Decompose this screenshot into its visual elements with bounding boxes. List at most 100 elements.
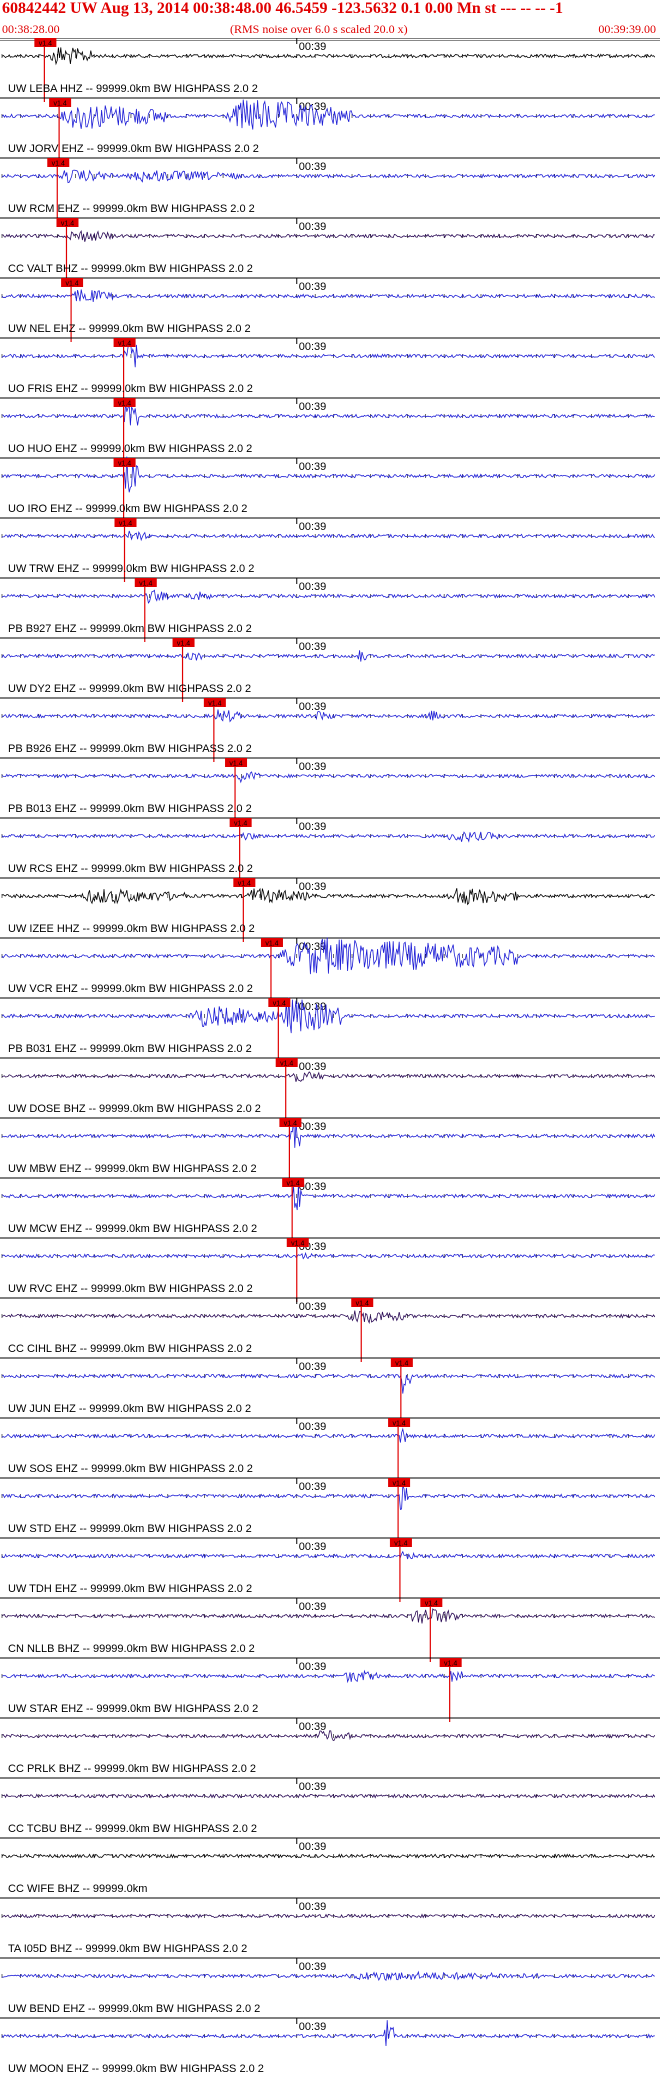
pick-label: v1.4 [280,1061,293,1068]
station-label: UW STD EHZ -- 99999.0km BW HIGHPASS 2.0 … [8,1523,252,1535]
trace-row: 00:39 CC PRLK BHZ -- 99999.0km BW HIGHPAS… [0,1717,660,1775]
pick-label: v1.4 [238,881,251,888]
waveform-trace [1,339,656,368]
pick-label: v1.4 [229,761,242,768]
trace-row: 00:39 v1.4 UW TRW EHZ -- 99999.0km BW HIGH… [0,517,660,582]
station-label: UW TDH EHZ -- 99999.0km BW HIGHPASS 2.0 … [8,1583,252,1595]
trace-row: 00:39 v1.4 UW STD EHZ -- 99999.0km BW HIGH… [0,1477,660,1542]
trace-row: 00:39 TA I05D BHZ -- 99999.0km BW HIGHPAS… [0,1897,660,1955]
minute-mark-label: 00:39 [299,1841,327,1853]
minute-mark-label: 00:39 [299,1121,327,1133]
waveform-trace [1,1118,656,1148]
minute-mark-label: 00:39 [299,41,327,53]
trace-row: 00:39 v1.4 UW IZEE HHZ -- 99999.0km BW HIG… [0,877,660,942]
station-label: UW MBW EHZ -- 99999.0km BW HIGHPASS 2.0 … [8,1163,257,1175]
station-label: UW NEL EHZ -- 99999.0km BW HIGHPASS 2.0 … [8,323,251,335]
trace-row: 00:39v1.4UW JORV EHZ -- 99999.0km BW HIG… [0,97,660,162]
minute-mark-label: 00:39 [299,521,327,533]
trace-row: 00:39 v1.4 UW RCM EHZ -- 99999.0km BW HIGH… [0,157,660,222]
trace-row: 00:39v1.4 UW MBW EHZ -- 99999.0km BW HIGH… [0,1117,660,1182]
pick-label: v1.4 [444,1661,457,1668]
waveform-trace [1,650,655,662]
minute-mark-label: 00:39 [299,161,327,173]
waveform-trace [1,402,655,426]
station-label: PB B031 EHZ -- 99999.0km BW HIGHPASS 2.0… [8,1043,252,1055]
waveform-trace [1,1970,655,1982]
minute-mark-label: 00:39 [299,821,327,833]
minute-mark-label: 00:39 [299,401,327,413]
station-label: CC TCBU BHZ -- 99999.0km BW HIGHPASS 2.0… [8,1823,257,1835]
pick-label: v1.4 [53,101,66,108]
waveform-trace [1,1550,656,1560]
waveform-trace [1,289,656,303]
minute-mark-label: 00:39 [299,1481,327,1493]
station-label: PB B927 EHZ -- 99999.0km BW HIGHPASS 2.0… [8,623,252,635]
minute-mark-label: 00:39 [299,461,327,473]
waveform-trace [1,887,655,906]
trace-row: 00:39v1.4UW MCW EHZ -- 99999.0km BW HIGH… [0,1177,660,1242]
waveform-trace [1,1608,656,1624]
pick-label: v1.4 [61,221,74,228]
station-label: CC PRLK BHZ -- 99999.0km BW HIGHPASS 2.0… [8,1763,256,1775]
minute-mark-label: 00:39 [299,641,327,653]
station-label: UW BEND EHZ -- 99999.0km BW HIGHPASS 2.0… [8,2003,260,2015]
trace-row: 00:39 v1.4 UW JUN EHZ -- 99999.0km BW HIGH… [0,1357,660,1422]
pick-label: v1.4 [118,461,131,468]
trace-row: 00:39 v1.4 UW NEL EHZ -- 99999.0km BW HIGH… [0,277,660,342]
pick-label: v1.4 [395,1361,408,1368]
station-label: CC VALT BHZ -- 99999.0km BW HIGHPASS 2.0… [8,263,253,275]
pick-label: v1.4 [287,1181,300,1188]
waveform-trace [1,1669,655,1684]
event-title: 60842442 UW Aug 13, 2014 00:38:48.00 46.… [2,0,563,17]
trace-row: 00:39 v1.4 UW SOS EHZ -- 99999.0km BW HIGH… [0,1417,660,1482]
minute-mark-label: 00:39 [299,221,327,233]
waveform-trace [1,1184,656,1211]
minute-mark-label: 00:39 [299,701,327,713]
minute-mark-label: 00:39 [299,1601,327,1613]
minute-mark-label: 00:39 [299,881,327,893]
station-label: UW JORV EHZ -- 99999.0km BW HIGHPASS 2.0… [8,143,259,155]
minute-mark-label: 00:39 [299,1901,327,1913]
minute-mark-label: 00:39 [299,2021,327,2033]
station-label: PB B926 EHZ -- 99999.0km BW HIGHPASS 2.0… [8,743,252,755]
pick-label: v1.4 [265,941,278,948]
waveform-trace [1,530,655,542]
trace-row: 00:39 UW BEND EHZ -- 99999.0km BW HIGHPAS… [0,1957,660,2015]
trace-row: 00:39 v1.4 UO FRIS EHZ -- 99999.0km BW HIG… [0,337,660,402]
station-label: UO FRIS EHZ -- 99999.0km BW HIGHPASS 2.0… [8,383,253,395]
waveform-trace [1,937,655,975]
pick-label: v1.4 [392,1481,405,1488]
minute-mark-label: 00:39 [299,761,327,773]
station-label: UW MOON EHZ -- 99999.0km BW HIGHPASS 2.0… [8,2063,264,2075]
trace-row: 00:39 v1.4 UO IRO EHZ -- 99999.0km BW HIGH… [0,456,660,522]
pick-label: v1.4 [273,1001,286,1008]
station-label: UW STAR EHZ -- 99999.0km BW HIGHPASS 2.0… [8,1703,258,1715]
waveform-trace [1,1730,656,1741]
waveform-trace [1,1310,656,1325]
minute-mark-label: 00:39 [299,581,327,593]
pick-label: v1.4 [39,41,52,48]
plot-header: 60842442 UW Aug 13, 2014 00:38:48.00 46.… [0,0,660,41]
waveform-trace [1,1071,656,1082]
trace-row: 00:39 v1.4 UW RCS EHZ -- 99999.0km BW HIGH… [0,817,660,882]
trace-row: 00:39 v1.4 PB B926 EHZ -- 99999.0km BW HIG… [0,697,660,762]
trace-row: 00:39 v1.4 CC VALT BHZ -- 99999.0km BW HIG… [0,217,660,282]
waveform-trace [1,1485,656,1510]
minute-mark-label: 00:39 [299,341,327,353]
station-label: CC WIFE BHZ -- 99999.0km [8,1883,147,1895]
waveform-trace [1,229,655,242]
station-label: UO IRO EHZ -- 99999.0km BW HIGHPASS 2.0 … [8,503,247,515]
pick-label: v1.4 [118,401,131,408]
trace-row: 00:39v1.4PB B031 EHZ -- 99999.0km BW HIG… [0,997,660,1062]
station-label: UW MCW EHZ -- 99999.0km BW HIGHPASS 2.0 … [8,1223,257,1235]
pick-label: v1.4 [394,1541,407,1548]
trace-row: 00:39 v1.4 UW LEBA HHZ -- 99999.0km BW HIG… [0,38,660,102]
trace-row: 00:39 v1.4 UW DY2 EHZ -- 99999.0km BW HIGH… [0,637,660,702]
seismogram-plot: 00:39 v1.4 UW LEBA HHZ -- 99999.0km BW HIG… [0,38,660,2075]
trace-row: 00:39 v1.4 CN NLLB BHZ -- 99999.0km BW HIG… [0,1597,660,1662]
pick-label: v1.4 [177,641,190,648]
station-label: UW JUN EHZ -- 99999.0km BW HIGHPASS 2.0 … [8,1403,251,1415]
minute-mark-label: 00:39 [299,1361,327,1373]
station-label: PB B013 EHZ -- 99999.0km BW HIGHPASS 2.0… [8,803,252,815]
minute-mark-label: 00:39 [299,1541,327,1553]
